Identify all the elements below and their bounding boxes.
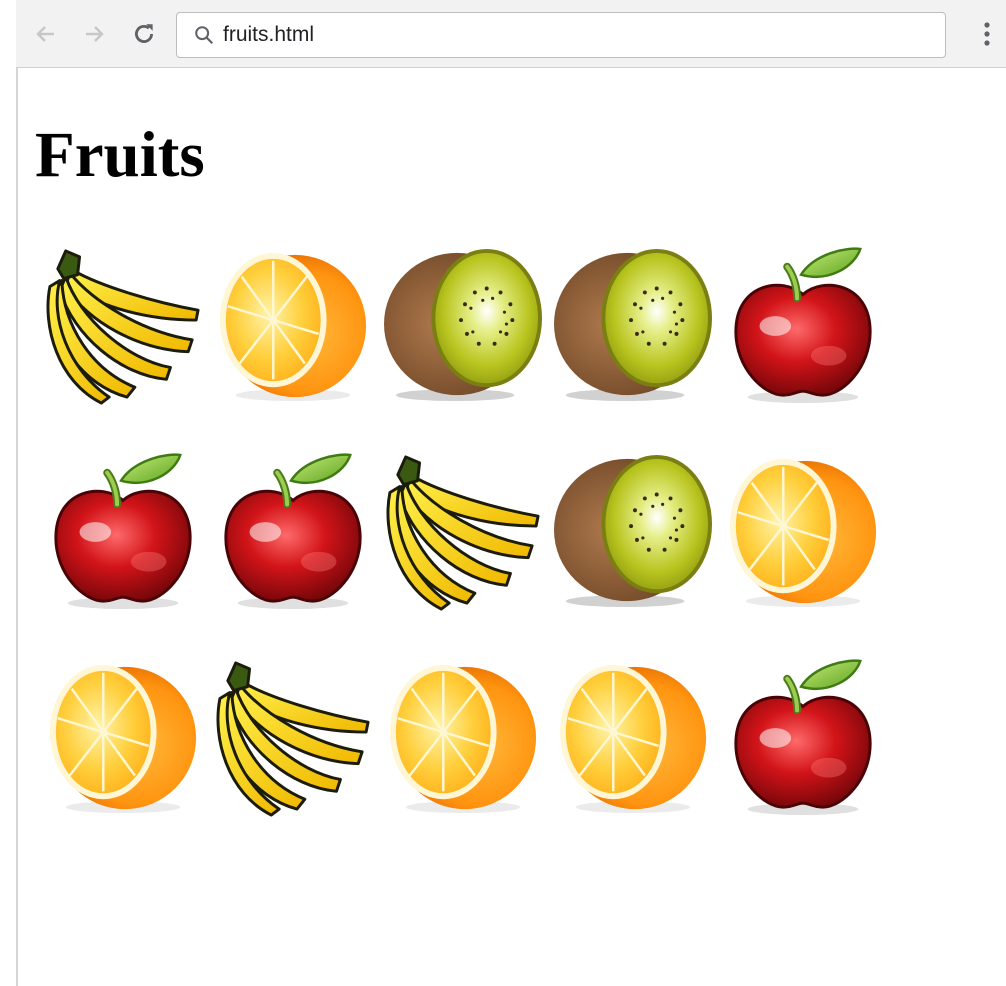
orange-icon <box>48 663 198 815</box>
address-bar[interactable]: fruits.html <box>176 12 946 58</box>
orange-icon <box>388 663 538 815</box>
fruit-row <box>38 246 888 452</box>
fruit-image-kiwi <box>548 452 718 612</box>
page-content: Fruits <box>18 68 1006 986</box>
browser-toolbar: fruits.html <box>16 0 1006 68</box>
fruit-image-apple <box>718 658 888 818</box>
fruit-image-banana <box>378 452 548 612</box>
kiwi-icon <box>554 454 712 608</box>
forward-arrow-icon <box>86 26 104 42</box>
orange-icon <box>558 663 708 815</box>
banana-icon <box>46 249 200 405</box>
banana-icon <box>216 661 370 817</box>
orange-icon <box>218 251 368 403</box>
fruit-image-kiwi <box>548 246 718 406</box>
search-icon <box>195 26 214 45</box>
apple-icon <box>44 453 202 611</box>
fruit-image-orange <box>208 246 378 406</box>
fruit-image-orange <box>548 658 718 818</box>
address-url: fruits.html <box>223 23 315 46</box>
banana-icon <box>386 455 540 611</box>
fruit-image-apple <box>208 452 378 612</box>
fruit-image-orange <box>378 658 548 818</box>
fruit-image-kiwi <box>378 246 548 406</box>
fruit-image-apple <box>718 246 888 406</box>
fruit-image-orange <box>718 452 888 612</box>
fruit-image-banana <box>208 658 378 818</box>
apple-icon <box>724 247 882 405</box>
back-button[interactable] <box>30 18 62 50</box>
back-arrow-icon <box>36 26 54 42</box>
forward-button[interactable] <box>78 18 110 50</box>
fruit-image-orange <box>38 658 208 818</box>
fruit-grid <box>38 246 888 864</box>
orange-icon <box>728 457 878 609</box>
kiwi-icon <box>384 248 542 402</box>
apple-icon <box>724 659 882 817</box>
kiwi-icon <box>554 248 712 402</box>
fruit-image-banana <box>38 246 208 406</box>
reload-button[interactable] <box>128 18 160 50</box>
page-title: Fruits <box>35 119 205 191</box>
browser-menu-button[interactable] <box>982 20 992 53</box>
reload-icon <box>135 24 153 43</box>
apple-icon <box>214 453 372 611</box>
fruit-row <box>38 452 888 658</box>
fruit-row <box>38 658 888 864</box>
kebab-menu-icon <box>984 22 990 46</box>
fruit-image-apple <box>38 452 208 612</box>
